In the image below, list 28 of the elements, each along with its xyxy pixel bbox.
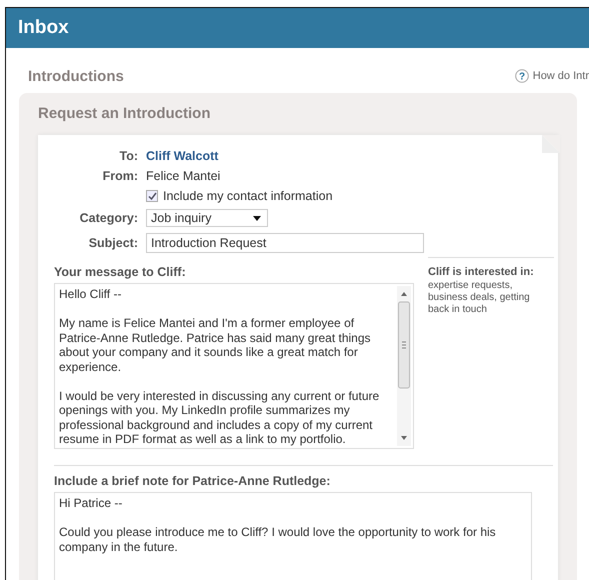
checkbox-label: Include my contact information <box>163 189 333 203</box>
sender-name: Felice Mantei <box>146 169 222 183</box>
card-title: Request an Introduction <box>38 105 212 122</box>
page-fold-icon <box>542 135 560 153</box>
section-title: Introductions <box>28 68 124 84</box>
note-label: Include a brief note for Patrice-Anne Rutledge: <box>54 474 332 488</box>
help-icon[interactable]: ? <box>514 69 529 83</box>
message-paragraph: My name is Felice Mantei and I'm a former employee of Patrice-Anne Rutledge. Patrice has said many great things about your company and it sounds like a great match for experience. <box>59 316 372 374</box>
field-label: Subject: <box>88 236 138 250</box>
interests-title: Cliff is interested in: <box>428 266 535 278</box>
note-field[interactable]: Hi Patrice -- Could you please introduce me to Cliff? I would love the opportunity to work for his company in the future. <box>54 492 532 580</box>
message-paragraph: I would be very interested in discussing any current or future openings with you. My LinkedIn profile summarizes my professional background and includes a copy of my current resume in PDF format as well as a link to my portfolio. <box>59 388 380 446</box>
caret-icon <box>253 216 261 220</box>
interests-text: expertise requests, business deals, getting back in touch <box>428 280 531 316</box>
field-label: Category: <box>78 211 138 225</box>
category-dropdown[interactable]: Job inquiry <box>146 209 268 227</box>
note-paragraph: Hi Patrice -- <box>59 496 124 510</box>
message-label: Your message to Cliff: <box>54 265 187 279</box>
subject-field[interactable]: Introduction Request <box>146 233 424 253</box>
help-link[interactable]: How do Intr <box>532 70 589 82</box>
recipient-link[interactable]: Cliff Walcott <box>146 149 558 163</box>
checkbox[interactable] <box>146 190 158 202</box>
field-label: To: <box>118 149 138 163</box>
field-label: From: <box>102 169 138 183</box>
page-title: Inbox <box>18 17 69 39</box>
note-paragraph: Could you please introduce me to Cliff? I would love the opportunity to work for his company in the future. <box>59 525 497 554</box>
message-field[interactable] <box>54 283 414 449</box>
message-paragraph: Hello Cliff -- <box>59 287 122 302</box>
